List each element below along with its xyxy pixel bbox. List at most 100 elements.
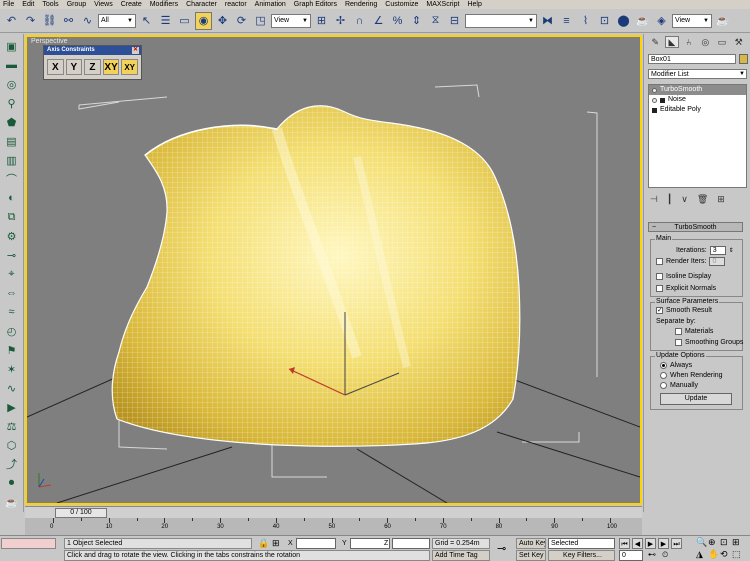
- pivot-center-icon[interactable]: ⊞: [313, 12, 330, 30]
- teapot-icon[interactable]: ☕: [3, 493, 21, 511]
- menu-maxscript[interactable]: MAXScript: [426, 0, 459, 9]
- select-by-name-icon[interactable]: ☰: [157, 12, 174, 30]
- select-scale-icon[interactable]: ◳: [252, 12, 269, 30]
- fluid-icon[interactable]: ▬: [3, 56, 21, 74]
- make-unique-icon[interactable]: ∨: [681, 194, 688, 205]
- menu-customize[interactable]: Customize: [385, 0, 418, 9]
- zoom-extents-icon[interactable]: ⊡: [720, 537, 728, 548]
- time-configuration-icon[interactable]: ⏲: [662, 550, 668, 560]
- menu-animation[interactable]: Animation: [255, 0, 286, 9]
- render-iters-spinner[interactable]: 0: [709, 257, 726, 266]
- current-frame-field[interactable]: 0: [619, 550, 643, 561]
- rigid-body-icon[interactable]: ⬟: [3, 113, 21, 131]
- reference-coord-dropdown[interactable]: View ▼: [271, 13, 311, 28]
- track-bar[interactable]: 0 10 20 30 40 50 60 70 80 90 100: [25, 518, 642, 535]
- zoom-extents-all-icon[interactable]: ⊞: [732, 537, 740, 548]
- plane-icon[interactable]: ⧉: [3, 208, 21, 226]
- zoom-all-icon[interactable]: ⊕: [708, 537, 716, 548]
- dashpot-icon[interactable]: ⊸: [3, 246, 21, 264]
- select-object-icon[interactable]: ↖: [138, 12, 155, 30]
- modify-tab-icon[interactable]: ◣: [664, 36, 680, 48]
- constrain-xy-button[interactable]: XY: [102, 59, 120, 75]
- absolute-mode-icon[interactable]: ⊞: [272, 538, 280, 549]
- key-mode-dropdown[interactable]: Selected: [548, 538, 615, 549]
- spinner-arrows-icon[interactable]: ⇕: [729, 247, 734, 254]
- window-crossing-icon[interactable]: ◉: [195, 11, 212, 30]
- box01-mesh[interactable]: [97, 92, 537, 457]
- expand-icon[interactable]: [660, 97, 665, 103]
- menu-group[interactable]: Group: [67, 0, 86, 9]
- key-mode-toggle-icon[interactable]: ⊷: [648, 550, 656, 559]
- remove-modifier-icon[interactable]: 🗑: [697, 194, 708, 205]
- stack-item-noise[interactable]: Noise: [649, 95, 746, 105]
- wind-icon[interactable]: ≈: [3, 303, 21, 321]
- close-icon[interactable]: ✕: [132, 47, 139, 54]
- always-radio[interactable]: [660, 362, 667, 369]
- menu-views[interactable]: Views: [94, 0, 113, 9]
- water-icon[interactable]: ∿: [3, 379, 21, 397]
- lightbulb-icon[interactable]: [652, 87, 657, 93]
- constrain-x-button[interactable]: X: [47, 59, 64, 75]
- lock-selection-icon[interactable]: 🔒: [258, 538, 269, 549]
- manually-radio[interactable]: [660, 382, 667, 389]
- menu-edit[interactable]: Edit: [22, 0, 34, 9]
- layer-manager-icon[interactable]: ≡: [558, 12, 575, 30]
- constrain-xy-flyout-button[interactable]: XY: [121, 59, 138, 75]
- utilities-tab-icon[interactable]: ⚒: [731, 36, 746, 48]
- x-coordinate-field[interactable]: [296, 538, 336, 549]
- pin-stack-icon[interactable]: ⊣: [650, 194, 658, 205]
- arc-rotate-icon[interactable]: ⟲: [720, 549, 728, 560]
- next-frame-icon[interactable]: ▶: [658, 538, 669, 549]
- spinner-snap-icon[interactable]: ⇕: [408, 12, 425, 30]
- menu-reactor[interactable]: reactor: [225, 0, 247, 9]
- object-color-swatch[interactable]: [739, 54, 748, 64]
- previous-frame-icon[interactable]: ◀: [632, 538, 643, 549]
- create-tab-icon[interactable]: ✎: [648, 36, 663, 48]
- key-icon[interactable]: ⊸: [497, 542, 506, 555]
- select-manipulate-icon[interactable]: ✢: [332, 12, 349, 30]
- turbosmooth-rollout-header[interactable]: − TurboSmooth: [648, 222, 743, 232]
- menu-character[interactable]: Character: [186, 0, 217, 9]
- snap-toggle-icon[interactable]: ∩: [351, 12, 368, 30]
- iterations-spinner[interactable]: 3: [709, 246, 726, 255]
- export-icon[interactable]: ⤴: [3, 455, 21, 473]
- convex-hull-icon[interactable]: ⬡: [3, 436, 21, 454]
- deforming-mesh-icon[interactable]: ◐: [3, 189, 21, 207]
- time-slider-track[interactable]: 0 / 100: [25, 506, 642, 518]
- schematic-view-icon[interactable]: ⊡: [596, 12, 613, 30]
- pan-view-icon[interactable]: ✋: [708, 549, 719, 560]
- toy-car-icon[interactable]: ⚑: [3, 341, 21, 359]
- create-animation-icon[interactable]: ⏺: [3, 474, 21, 492]
- select-move-icon[interactable]: ✥: [214, 12, 231, 30]
- maximize-viewport-icon[interactable]: ⬚: [732, 549, 741, 560]
- explicit-normals-checkbox[interactable]: [656, 285, 663, 292]
- spring-constraint-icon[interactable]: ⚙: [3, 227, 21, 245]
- display-tab-icon[interactable]: ▭: [715, 36, 730, 48]
- curve-editor-icon[interactable]: ⌇: [577, 12, 594, 30]
- preview-icon[interactable]: ▶: [3, 398, 21, 416]
- hierarchy-tab-icon[interactable]: ⑃: [681, 36, 696, 48]
- isoline-display-checkbox[interactable]: [656, 273, 663, 280]
- selection-filter-dropdown[interactable]: All ▼: [98, 13, 136, 28]
- update-button[interactable]: Update: [660, 393, 732, 405]
- smoothing-groups-checkbox[interactable]: [675, 339, 682, 346]
- menu-file[interactable]: File: [3, 0, 14, 9]
- field-of-view-icon[interactable]: ◮: [696, 549, 703, 560]
- expand-icon[interactable]: [652, 107, 657, 113]
- smooth-result-checkbox[interactable]: ✓: [656, 307, 663, 314]
- motion-tab-icon[interactable]: ◎: [698, 36, 713, 48]
- add-time-tag-button[interactable]: Add Time Tag: [432, 550, 490, 561]
- mirror-tool-icon[interactable]: ⧓: [539, 12, 556, 30]
- redo-icon[interactable]: ↷: [22, 12, 39, 30]
- motor-icon[interactable]: ◴: [3, 322, 21, 340]
- modifier-list-dropdown[interactable]: Modifier List ▼: [648, 69, 747, 79]
- when-rendering-radio[interactable]: [660, 372, 667, 379]
- angle-snap-icon[interactable]: ∠: [370, 12, 387, 30]
- point-to-point-icon[interactable]: ⇔: [3, 284, 21, 302]
- undo-icon[interactable]: ↶: [3, 12, 20, 30]
- menu-modifiers[interactable]: Modifiers: [150, 0, 178, 9]
- hinge-icon[interactable]: ⌖: [3, 265, 21, 283]
- render-view-dropdown[interactable]: View ▼: [672, 13, 712, 28]
- zoom-icon[interactable]: 🔍: [696, 537, 707, 548]
- soft-body-icon[interactable]: ▥: [3, 151, 21, 169]
